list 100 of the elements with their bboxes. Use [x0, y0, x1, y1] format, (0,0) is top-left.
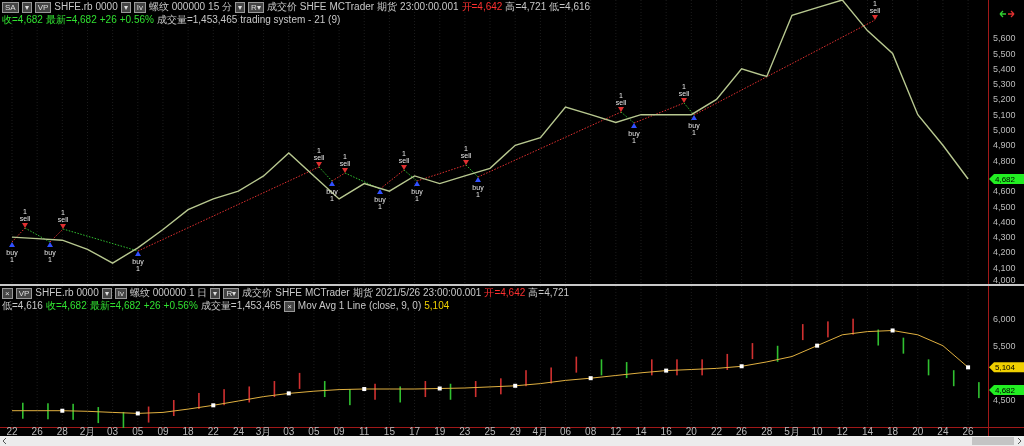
axis-label: 10 — [811, 426, 823, 436]
header-label: +26 — [99, 14, 117, 26]
toolbar-button[interactable]: VP — [34, 1, 52, 13]
axis-label: 09 — [157, 426, 169, 436]
price-bar — [449, 383, 452, 400]
toolbar-button[interactable]: ▾ — [21, 1, 32, 13]
axis-label: 4,600 — [993, 186, 1016, 197]
axis-label: 14 — [635, 426, 647, 436]
header-label: 最新=4,682 — [45, 14, 97, 26]
toolbar-button[interactable]: × — [2, 287, 13, 299]
average-point-marker — [437, 386, 442, 391]
axis-label: 5,400 — [993, 63, 1016, 74]
header-label: 1 日 — [189, 287, 208, 299]
average-point-marker — [211, 403, 216, 408]
toolbar-button[interactable]: Iv — [133, 1, 146, 13]
axis-label: 26 — [736, 426, 748, 436]
price-tag: 4,682 — [989, 174, 1024, 184]
header-label: 5,104 — [424, 300, 450, 312]
axis-label: 4,300 — [993, 232, 1016, 243]
axis-label: 08 — [585, 426, 597, 436]
axis-label: 5月 — [784, 426, 800, 436]
axis-label: 03 — [283, 426, 295, 436]
price-bar — [902, 337, 905, 354]
header-label: 23:00:00.001 — [423, 287, 482, 299]
header-label: 2021/5/26 — [375, 287, 421, 299]
toolbar-button[interactable]: × — [284, 300, 295, 312]
header-label: 最新=4,682 — [89, 300, 141, 312]
header-label: 高=4,721 — [505, 1, 547, 13]
axis-label: 6,000 — [993, 313, 1016, 324]
axis-label: 2月 — [79, 426, 96, 436]
price-bar — [726, 353, 729, 370]
price-bar — [248, 386, 251, 403]
axis-label: 5,300 — [993, 79, 1016, 90]
axis-label: 26 — [31, 426, 43, 436]
header-label: 23:00:00.001 — [400, 1, 459, 13]
average-tag: 5,104 — [989, 362, 1024, 373]
header-label: 收=4,682 — [2, 14, 43, 26]
price-bar — [600, 359, 603, 376]
axis-label: 4,400 — [993, 216, 1016, 227]
axis-label: 05 — [132, 426, 144, 436]
header-label: SHFE — [275, 287, 302, 299]
header-label: 成交量=1,453,465 — [156, 14, 238, 26]
toolbar-button[interactable]: R▾ — [248, 1, 264, 13]
axis-label: 15 — [383, 426, 395, 436]
average-point-marker — [739, 364, 744, 369]
header-label: 螺纹 000000 — [148, 1, 206, 13]
price-bar — [147, 406, 150, 423]
average-point-marker — [60, 408, 65, 413]
price-bar — [172, 400, 175, 416]
average-point-marker — [966, 365, 971, 370]
axis-label: 22 — [6, 426, 18, 436]
header-label: MCTrader — [304, 287, 350, 299]
toolbar-button[interactable]: R▾ — [223, 287, 240, 299]
price-bar — [751, 343, 754, 360]
header-label: 开=4,642 — [484, 287, 526, 299]
axis-label: 05 — [308, 426, 320, 436]
toolbar-button[interactable]: Iv — [114, 287, 127, 299]
header-label: MCTrader — [329, 1, 375, 13]
axis-label: 18 — [182, 426, 194, 436]
price-bar — [927, 359, 930, 376]
axis-label: 22 — [710, 426, 723, 436]
axis-label: 03 — [107, 426, 119, 436]
toolbar-button[interactable]: ▾ — [101, 287, 112, 299]
header-label: +0.56% — [119, 14, 154, 26]
header-label: 成交价 — [266, 1, 297, 13]
position-arrows-icon — [999, 10, 1015, 18]
toolbar-button[interactable]: ▾ — [120, 1, 131, 13]
axis-label: 4,500 — [993, 394, 1016, 405]
axis-label: 12 — [610, 426, 622, 436]
header-label: 成交量=1,453,465 — [200, 300, 282, 312]
toolbar-button[interactable]: ▾ — [210, 287, 221, 299]
header-label: +26 — [143, 300, 161, 312]
header-label: 15 分 — [208, 1, 232, 13]
axis-label: 22 — [207, 426, 219, 436]
price-bar — [952, 370, 955, 387]
average-point-marker — [286, 391, 291, 396]
header-label: SHFE.rb 0000 — [54, 1, 118, 13]
axis-label: 5,200 — [993, 94, 1016, 105]
header-label: Mov Avg 1 Line — [297, 300, 366, 312]
header-label: 成交价 — [242, 287, 273, 299]
header-label: SHFE.rb 0000 — [35, 287, 99, 299]
axis-label: 3月 — [255, 426, 272, 436]
price-bar — [424, 381, 427, 398]
toolbar-button[interactable]: SA — [2, 1, 19, 13]
axis-label: 29 — [509, 426, 521, 436]
price-bar — [323, 381, 326, 398]
axis-label: 17 — [409, 426, 421, 436]
toolbar-button[interactable]: VP — [15, 287, 33, 299]
axis-label: 4,000 — [993, 275, 1016, 284]
price-bar — [801, 324, 804, 341]
toolbar-button[interactable]: ▾ — [235, 1, 245, 13]
header-label: (close, 9, 0) — [369, 300, 422, 312]
horizontal-scrollbar[interactable] — [0, 436, 1024, 446]
average-point-marker — [513, 383, 518, 388]
price-bar — [298, 372, 301, 389]
header-label: 高=4,721 — [528, 287, 570, 299]
average-point-marker — [664, 368, 669, 373]
axis-label: 4,500 — [993, 201, 1016, 212]
scrollbar-thumb[interactable] — [972, 437, 1014, 445]
price-bar — [625, 362, 628, 379]
